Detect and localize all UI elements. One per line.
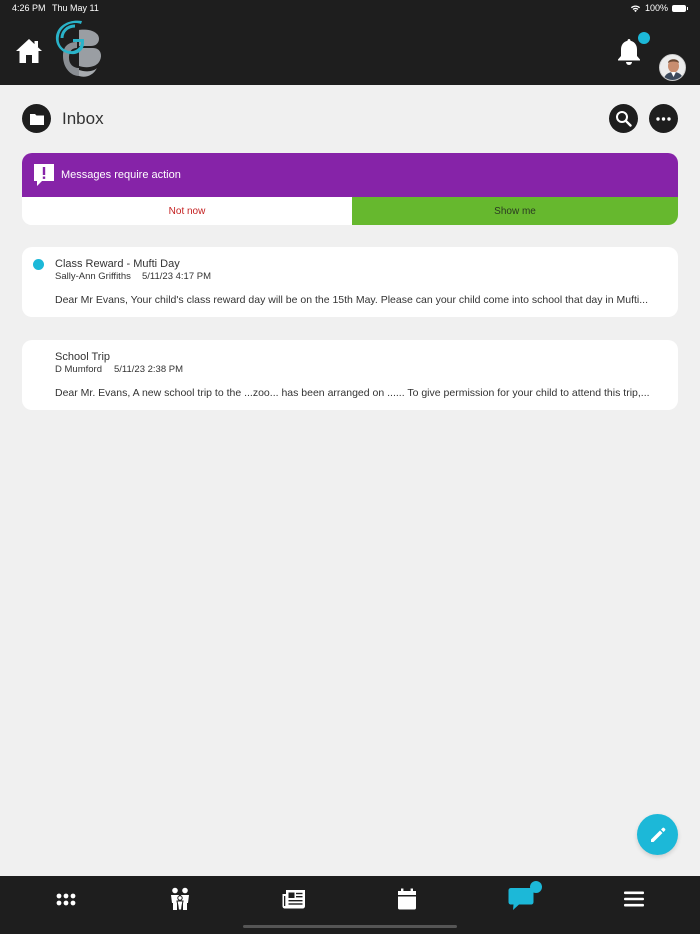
tab-apps[interactable]: [51, 886, 81, 912]
battery-icon: [672, 4, 688, 12]
home-button[interactable]: [14, 36, 44, 66]
action-banner: Messages require action Not now Show me: [22, 153, 678, 225]
apps-icon: [56, 893, 76, 905]
wifi-icon: [630, 4, 641, 12]
action-banner-header: Messages require action: [22, 153, 678, 197]
home-icon: [16, 39, 42, 63]
home-indicator: [243, 925, 457, 928]
message-subject: Class Reward - Mufti Day: [55, 258, 180, 270]
status-bar: 4:26 PM Thu May 11 100%: [0, 0, 700, 16]
message-preview: Dear Mr. Evans, A new school trip to the…: [55, 387, 650, 399]
message-datetime: 5/11/23 4:17 PM: [142, 271, 212, 282]
tab-news[interactable]: [279, 886, 309, 912]
search-icon: [616, 111, 632, 127]
messages-icon: [508, 888, 534, 910]
message-item[interactable]: School Trip D Mumford 5/11/23 2:38 PM De…: [22, 340, 678, 410]
message-sender: Sally-Ann Griffiths: [55, 271, 131, 282]
school-logo: [55, 20, 103, 78]
messages-badge: [530, 881, 542, 893]
status-right: 100%: [630, 3, 688, 13]
inbox-toolbar: Inbox: [22, 104, 678, 134]
notification-badge: [638, 32, 650, 44]
family-icon: [171, 887, 189, 911]
calendar-icon: [398, 888, 416, 910]
folder-button[interactable]: [22, 104, 51, 133]
battery-percent: 100%: [644, 3, 668, 13]
alert-message-icon: [34, 164, 54, 186]
avatar[interactable]: [659, 54, 686, 81]
app-header: [0, 16, 700, 85]
tab-calendar[interactable]: [392, 886, 422, 912]
status-time: 4:26 PM: [12, 3, 46, 13]
more-button[interactable]: [649, 104, 678, 133]
compose-button[interactable]: [637, 814, 678, 855]
tab-menu[interactable]: [619, 886, 649, 912]
more-icon: [656, 116, 671, 121]
tab-family[interactable]: [165, 886, 195, 912]
message-preview: Dear Mr Evans, Your child's class reward…: [55, 294, 649, 306]
message-datetime: 5/11/23 2:38 PM: [114, 364, 184, 375]
menu-icon: [624, 891, 644, 907]
unread-dot: [33, 259, 44, 270]
message-item[interactable]: Class Reward - Mufti Day Sally-Ann Griff…: [22, 247, 678, 317]
not-now-button[interactable]: Not now: [22, 197, 352, 225]
search-button[interactable]: [609, 104, 638, 133]
pencil-icon: [650, 827, 665, 842]
show-me-button[interactable]: Show me: [352, 197, 678, 225]
message-subject: School Trip: [55, 351, 111, 363]
news-icon: [282, 890, 305, 909]
message-sender: D Mumford: [55, 364, 102, 375]
action-banner-buttons: Not now Show me: [22, 197, 678, 225]
folder-icon: [29, 113, 44, 125]
page-title: Inbox: [62, 109, 104, 128]
status-date: Thu May 11: [52, 3, 99, 13]
action-banner-message: Messages require action: [61, 169, 181, 181]
